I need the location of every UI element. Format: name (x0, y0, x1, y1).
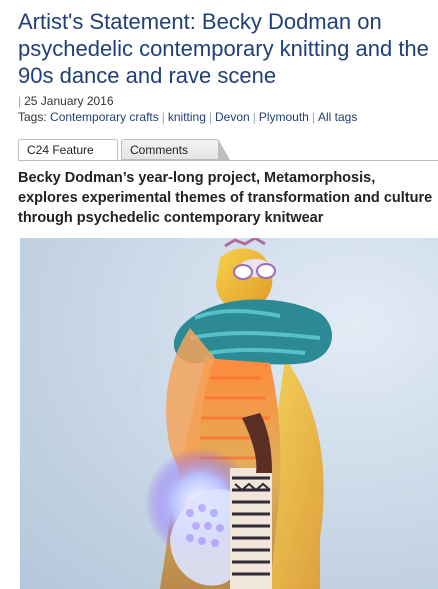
photo-knitwear-figure (116, 238, 332, 589)
article-tabs: C24 Feature Comments (18, 139, 438, 161)
date-separator: | (18, 94, 22, 108)
tag-separator: | (252, 110, 256, 124)
article-title: Artist's Statement: Becky Dodman on psyc… (18, 9, 429, 88)
tag-separator: | (161, 110, 165, 124)
tabs-baseline (18, 160, 438, 161)
article-photo (20, 238, 438, 589)
tags-label: Tags: (18, 110, 47, 124)
tag-link-plymouth[interactable]: Plymouth (259, 110, 309, 124)
tab-comments[interactable]: Comments (121, 139, 230, 160)
tag-link-knitting[interactable]: knitting (168, 110, 206, 124)
tab-c24-feature[interactable]: C24 Feature (18, 139, 118, 160)
article-date-line: | 25 January 2016 (18, 93, 114, 110)
tag-separator: | (311, 110, 315, 124)
article-date: 25 January 2016 (24, 94, 114, 108)
tag-link-contemporary-crafts[interactable]: Contemporary crafts (50, 110, 159, 124)
tag-link-all-tags[interactable]: All tags (318, 110, 357, 124)
tag-separator: | (208, 110, 213, 124)
tag-link-devon[interactable]: Devon (215, 110, 250, 124)
article-standfirst: Becky Dodman’s year-long project, Metamo… (18, 170, 433, 226)
tags-line: Tags: Contemporary crafts | knitting | Devon… (18, 109, 357, 126)
